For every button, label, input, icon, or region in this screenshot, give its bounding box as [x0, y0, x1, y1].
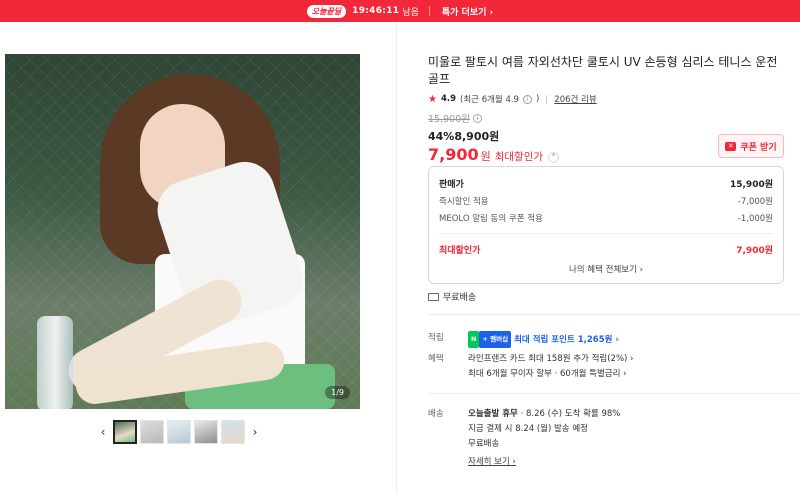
discount-percent: 44% [428, 130, 455, 143]
delivery-detail-link[interactable]: 자세히 보기 › [468, 455, 798, 470]
points-content[interactable]: N + 멤버십 최대 적립 포인트 1,265원 › [468, 331, 798, 348]
section-divider [428, 393, 800, 394]
delivery-line-3: 무료배송 [468, 439, 500, 449]
installment-benefit-link[interactable]: 최대 6개월 무이자 할부 · 60개월 특별금리 › [468, 367, 798, 382]
free-shipping-label: 무료배송 [443, 293, 477, 303]
rating-close-paren: ) [535, 94, 540, 104]
max-discount-won: 원 [480, 150, 491, 163]
banner-divider [428, 6, 430, 16]
price-row-value: -1,000원 [737, 213, 773, 224]
max-summary-label: 최대할인가 [439, 245, 481, 256]
thumbnail-3[interactable] [167, 420, 191, 444]
section-divider [428, 314, 800, 315]
water-bottle [37, 316, 73, 409]
benefits-content: 라인프렌즈 카드 최대 158원 추가 적립(2%) › 최대 6개월 무이자 … [468, 352, 798, 382]
thumbnail-1[interactable] [113, 420, 137, 444]
main-product-image[interactable]: 1/9 [5, 54, 360, 409]
thumbnail-5[interactable] [221, 420, 245, 444]
truck-icon [428, 292, 439, 301]
coupon-icon: ✕ [725, 141, 737, 151]
arrival-estimate: · 8.26 (수) 도착 확률 98% [517, 409, 621, 419]
rating-divider [546, 94, 548, 104]
naver-badge: N [468, 331, 480, 348]
price-row: 판매가 15,900원 [439, 175, 773, 192]
price-row-value: 15,900원 [729, 180, 773, 190]
thumbnail-2[interactable] [140, 420, 164, 444]
points-text: 최대 적립 포인트 1,265원 › [514, 335, 619, 345]
thumbnail-strip: ‹ › [96, 418, 271, 446]
price-row-value: -7,000원 [737, 196, 773, 207]
max-summary-value: 7,900원 [736, 245, 773, 256]
sale-price: 8,900원 [454, 130, 500, 143]
max-discount-price: 7,900 [428, 145, 479, 164]
today-deal-badge: 오늘끝딜 [306, 4, 347, 18]
price-row-label: 즉시할인 적용 [439, 196, 489, 207]
coupon-button[interactable]: ✕ 쿠폰 받기 [718, 134, 784, 158]
card-benefit-link[interactable]: 라인프렌즈 카드 최대 158원 추가 적립(2%) › [468, 352, 798, 367]
thumbnail-4[interactable] [194, 420, 218, 444]
coupon-button-label: 쿠폰 받기 [740, 142, 777, 153]
benefits-label: 혜택 [428, 354, 444, 364]
original-price-row: 15,900원 i [428, 111, 784, 125]
chevron-left-icon[interactable]: ‹ [96, 425, 110, 439]
reviews-link[interactable]: 206건 리뷰 [554, 93, 596, 105]
price-row: 즉시할인 적용 -7,000원 [439, 192, 773, 209]
rating-detail: (최근 6개월 4.9 [460, 95, 519, 105]
points-label: 적립 [428, 333, 444, 343]
deal-timer: 19:46:11 [352, 6, 400, 16]
original-price: 15,900원 [428, 114, 470, 125]
rating-row: ★ 4.9 (최근 6개월 4.9 i) 206건 리뷰 [428, 93, 784, 106]
rating-score: 4.9 [440, 94, 457, 104]
price-row-label: 판매가 [439, 180, 464, 190]
more-deals-link[interactable]: 특가 더보기 › [442, 5, 493, 18]
price-info-icon[interactable]: i [472, 113, 482, 123]
delivery-line-2: 지금 결제 시 8.24 (월) 발송 예정 [468, 424, 588, 434]
deal-timer-suffix: 남음 [402, 7, 419, 18]
column-divider [396, 22, 397, 494]
price-row-label: MEOLO 알림 동의 쿠폰 적용 [439, 213, 543, 224]
price-breakdown-box: 판매가 15,900원 즉시할인 적용 -7,000원 MEOLO 알림 동의 … [428, 166, 784, 284]
delivery-content: 오늘출발 휴무 · 8.26 (수) 도착 확률 98% 지금 결제 시 8.2… [468, 407, 798, 470]
info-icon[interactable]: i [522, 94, 532, 104]
all-benefits-link[interactable]: 나의 혜택 전체보기 › [429, 263, 783, 275]
star-icon: ★ [428, 93, 437, 105]
membership-badge: + 멤버십 [479, 331, 512, 348]
chevron-right-icon[interactable]: › [248, 425, 262, 439]
today-ship-status: 오늘출발 휴무 [468, 409, 518, 419]
product-title: 미울로 팔토시 여름 자외선차단 쿨토시 UV 손등형 심리스 테니스 운전 골… [428, 55, 778, 86]
delivery-line-1: 오늘출발 휴무 · 8.26 (수) 도착 확률 98% [468, 407, 798, 422]
max-discount-summary: 최대할인가 7,900원 [439, 233, 773, 257]
free-shipping-row: 무료배송 [428, 290, 476, 303]
image-counter: 1/9 [325, 386, 350, 399]
chevron-up-icon[interactable]: ˄ [548, 152, 560, 163]
price-row: MEOLO 알림 동의 쿠폰 적용 -1,000원 [439, 209, 773, 226]
top-deal-banner: 오늘끝딜 19:46:11 남음 특가 더보기 › [0, 0, 800, 22]
max-discount-label: 최대할인가 [494, 151, 544, 163]
delivery-label: 배송 [428, 409, 444, 419]
